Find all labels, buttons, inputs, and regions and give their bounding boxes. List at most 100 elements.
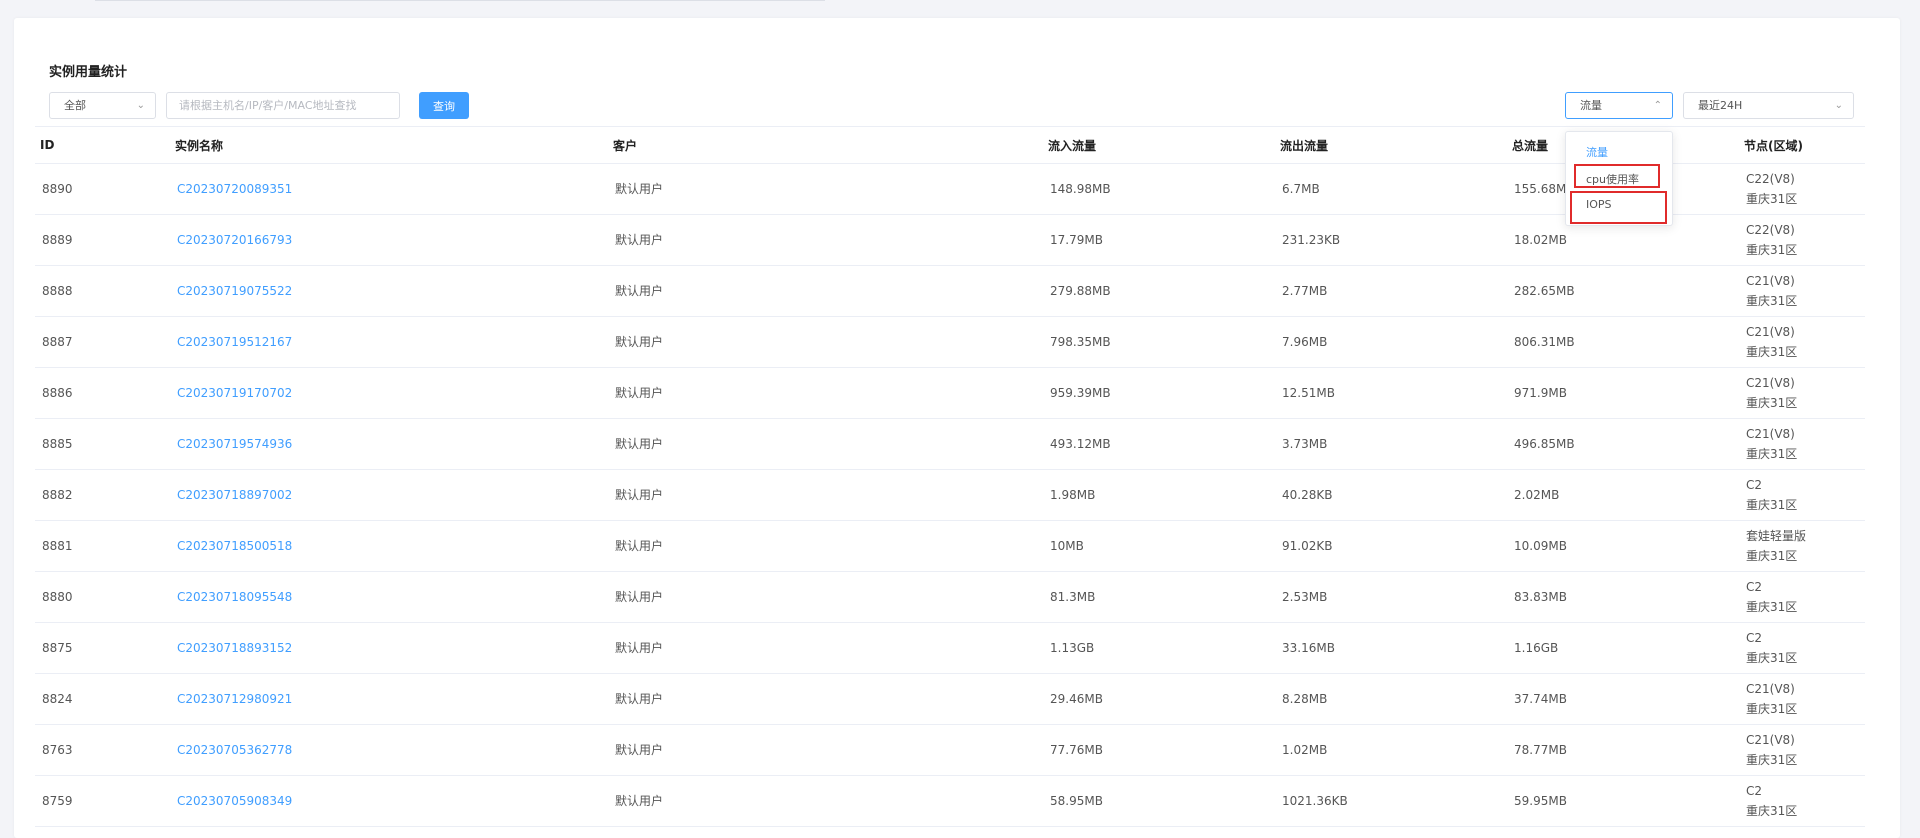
page-title: 实例用量统计 — [49, 65, 128, 80]
row-inbound: 148.98MB — [1043, 163, 1275, 215]
node-name: C2 — [1746, 478, 1763, 492]
table-row: 8888 C20230719075522 默认用户 279.88MB 2.77MB 282… — [35, 265, 1865, 317]
instance-link[interactable]: C20230718897002 — [170, 469, 608, 521]
row-customer: 默认用户 — [608, 265, 1043, 317]
node-name: C21(V8) — [1746, 376, 1795, 390]
row-inbound: 77.76MB — [1043, 724, 1275, 776]
row-node-region: 套娃轻量版重庆31区 — [1739, 520, 1865, 572]
row-total: 83.83MB — [1507, 571, 1739, 623]
region-name: 重庆31区 — [1746, 243, 1798, 257]
instance-link[interactable]: C20230719075522 — [170, 265, 608, 317]
search-input[interactable] — [166, 92, 400, 119]
table-row: 8880 C20230718095548 默认用户 81.3MB 2.53MB 83.83… — [35, 571, 1865, 623]
highlight-box-iops — [1570, 191, 1667, 224]
row-inbound: 1.98MB — [1043, 469, 1275, 521]
top-scroll-strip — [95, 0, 825, 1]
usage-table: ID 实例名称 客户 流入流量 流出流量 总流量 节点(区域) 8890 C202… — [35, 126, 1865, 827]
row-id: 8875 — [35, 622, 170, 674]
table-row: 8886 C20230719170702 默认用户 959.39MB 12.51MB 97… — [35, 367, 1865, 419]
region-name: 重庆31区 — [1746, 345, 1798, 359]
header-instance-name[interactable]: 实例名称 — [170, 126, 608, 164]
row-node-region: C2 重庆31区 — [1739, 469, 1865, 521]
instance-link[interactable]: C20230719170702 — [170, 367, 608, 419]
node-name: C21(V8) — [1746, 325, 1795, 339]
instance-link[interactable]: C20230720089351 — [170, 163, 608, 215]
row-customer: 默认用户 — [608, 367, 1043, 419]
highlight-box-cpu — [1574, 164, 1660, 188]
table-row: 8875 C20230718893152 默认用户 1.13GB 33.16MB 1.16… — [35, 622, 1865, 674]
region-name: 重庆31区 — [1746, 600, 1798, 614]
row-outbound: 6.7MB — [1275, 163, 1507, 215]
region-name: 重庆31区 — [1746, 753, 1798, 767]
row-outbound: 2.53MB — [1275, 571, 1507, 623]
row-customer: 默认用户 — [608, 622, 1043, 674]
row-node-region: C21(V8) 重庆31区 — [1739, 724, 1865, 776]
instance-link[interactable]: C20230705362778 — [170, 724, 608, 776]
row-customer: 默认用户 — [608, 775, 1043, 827]
row-total: 2.02MB — [1507, 469, 1739, 521]
row-outbound: 231.23KB — [1275, 214, 1507, 266]
metric-select[interactable]: 流量 ⌃ — [1565, 92, 1673, 119]
row-total: 971.9MB — [1507, 367, 1739, 419]
row-inbound: 1.13GB — [1043, 622, 1275, 674]
row-inbound: 959.39MB — [1043, 367, 1275, 419]
node-name: C22(V8) — [1746, 223, 1795, 237]
row-inbound: 29.46MB — [1043, 673, 1275, 725]
row-customer: 默认用户 — [608, 724, 1043, 776]
instance-link[interactable]: C20230705908349 — [170, 775, 608, 827]
row-inbound: 798.35MB — [1043, 316, 1275, 368]
row-id: 8890 — [35, 163, 170, 215]
instance-link[interactable]: C20230718500518 — [170, 520, 608, 572]
chevron-down-icon: ⌄ — [136, 100, 145, 111]
header-inbound[interactable]: 流入流量 — [1043, 126, 1275, 164]
scope-select[interactable]: 全部 ⌄ — [49, 92, 156, 119]
row-inbound: 81.3MB — [1043, 571, 1275, 623]
table-row: 8887 C20230719512167 默认用户 798.35MB 7.96MB 806… — [35, 316, 1865, 368]
row-node-region: C21(V8) 重庆31区 — [1739, 418, 1865, 470]
row-id: 8887 — [35, 316, 170, 368]
row-node-region: C2 重庆31区 — [1739, 775, 1865, 827]
table-row: 8882 C20230718897002 默认用户 1.98MB 40.28KB 2.02… — [35, 469, 1865, 521]
dropdown-option-traffic[interactable]: 流量 — [1586, 144, 1608, 160]
region-name: 重庆31区 — [1746, 294, 1798, 308]
instance-link[interactable]: C20230718893152 — [170, 622, 608, 674]
query-button[interactable]: 查询 — [419, 92, 469, 119]
row-total: 1.16GB — [1507, 622, 1739, 674]
table-row: 8885 C20230719574936 默认用户 493.12MB 3.73MB 496… — [35, 418, 1865, 470]
row-id: 8889 — [35, 214, 170, 266]
row-node-region: C2 重庆31区 — [1739, 622, 1865, 674]
header-customer[interactable]: 客户 — [608, 126, 1043, 164]
row-outbound: 8.28MB — [1275, 673, 1507, 725]
node-name: 套娃轻量版 — [1746, 529, 1807, 543]
header-node-region[interactable]: 节点(区域) — [1739, 126, 1865, 164]
header-id[interactable]: ID — [35, 126, 170, 164]
region-name: 重庆31区 — [1746, 549, 1798, 563]
row-node-region: C21(V8) 重庆31区 — [1739, 265, 1865, 317]
node-name: C2 — [1746, 580, 1763, 594]
table-row: 8759 C20230705908349 默认用户 58.95MB 1021.36KB 5… — [35, 775, 1865, 827]
row-total: 10.09MB — [1507, 520, 1739, 572]
instance-link[interactable]: C20230720166793 — [170, 214, 608, 266]
instance-link[interactable]: C20230719574936 — [170, 418, 608, 470]
row-node-region: C2 重庆31区 — [1739, 571, 1865, 623]
instance-link[interactable]: C20230718095548 — [170, 571, 608, 623]
table-row: 8763 C20230705362778 默认用户 77.76MB 1.02MB 78.7… — [35, 724, 1865, 776]
row-id: 8824 — [35, 673, 170, 725]
instance-link[interactable]: C20230712980921 — [170, 673, 608, 725]
row-outbound: 1021.36KB — [1275, 775, 1507, 827]
row-node-region: C21(V8) 重庆31区 — [1739, 673, 1865, 725]
node-name: C21(V8) — [1746, 274, 1795, 288]
table-row: 8824 C20230712980921 默认用户 29.46MB 8.28MB 37.7… — [35, 673, 1865, 725]
chevron-down-icon: ⌄ — [1834, 100, 1843, 111]
region-name: 重庆31区 — [1746, 702, 1798, 716]
instance-link[interactable]: C20230719512167 — [170, 316, 608, 368]
row-customer: 默认用户 — [608, 214, 1043, 266]
row-id: 8888 — [35, 265, 170, 317]
row-id: 8880 — [35, 571, 170, 623]
table-row: 8881 C20230718500518 默认用户 10MB 91.02KB 10.09M… — [35, 520, 1865, 572]
range-select[interactable]: 最近24H ⌄ — [1683, 92, 1854, 119]
row-outbound: 12.51MB — [1275, 367, 1507, 419]
header-outbound[interactable]: 流出流量 — [1275, 126, 1507, 164]
node-name: C2 — [1746, 784, 1763, 798]
region-name: 重庆31区 — [1746, 651, 1798, 665]
